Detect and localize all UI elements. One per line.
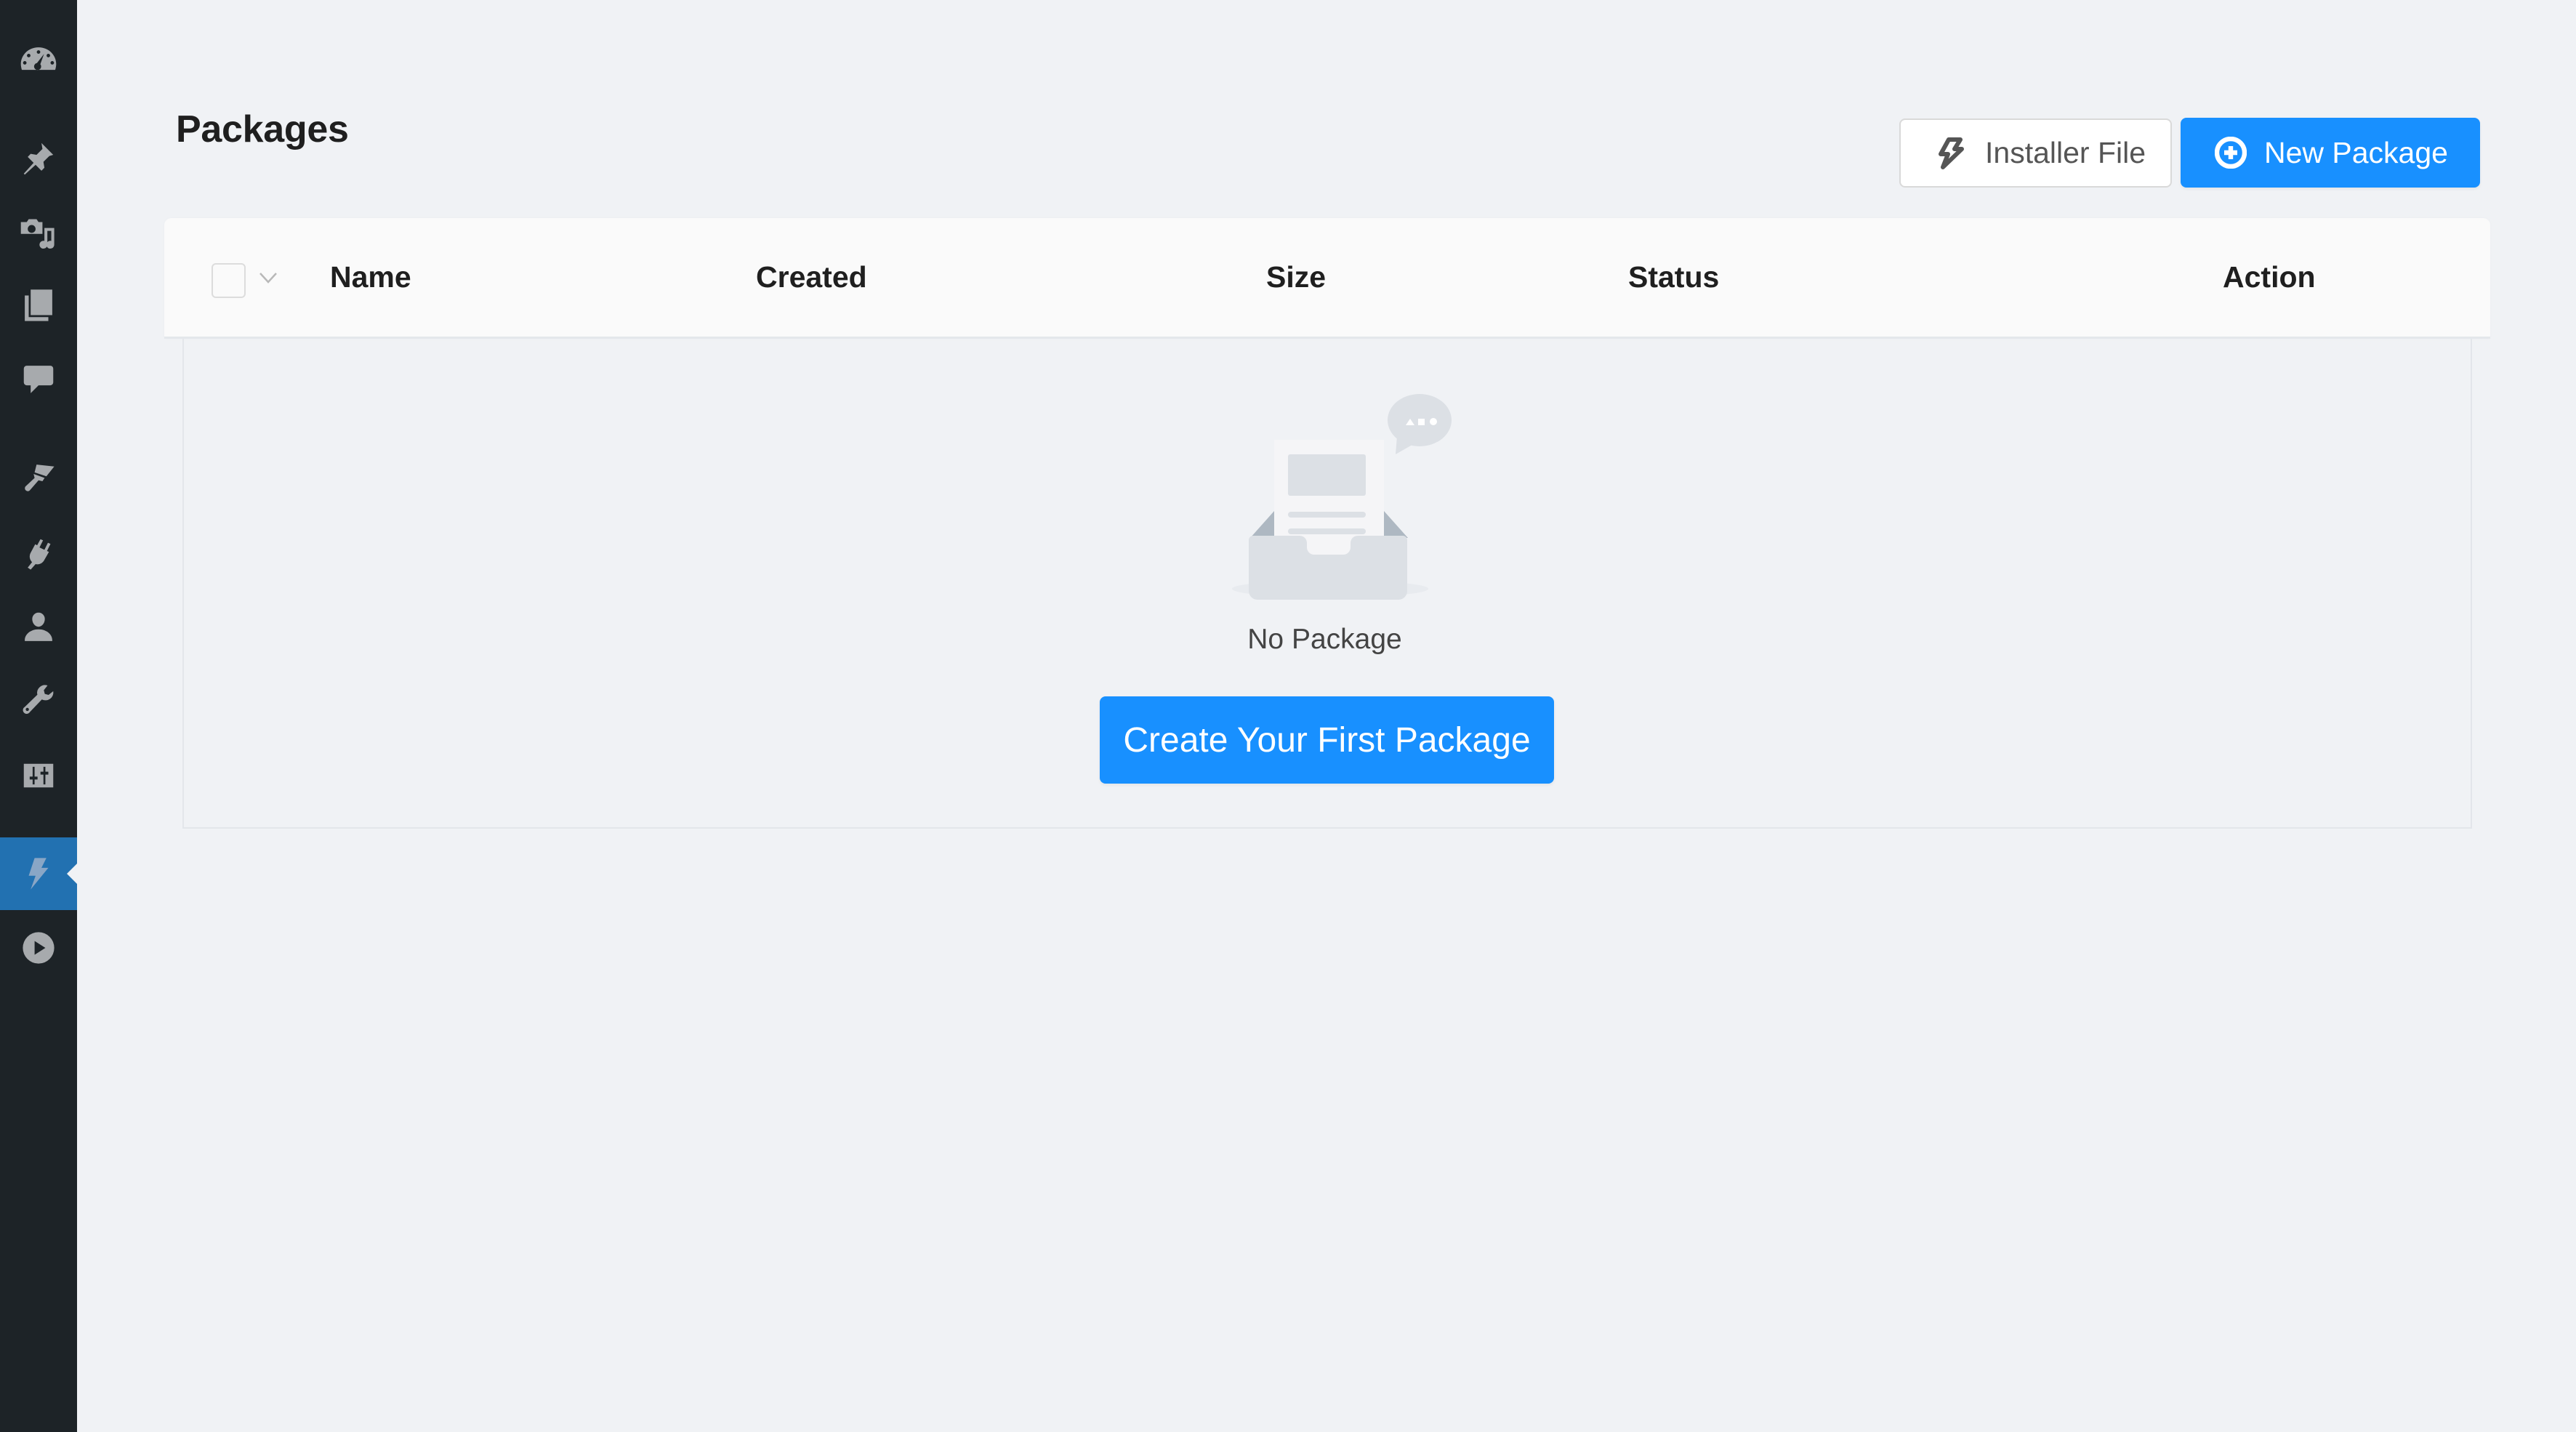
sidebar-item-settings[interactable] [0,739,77,812]
new-package-button[interactable]: New Package [2181,118,2480,188]
create-first-package-button[interactable]: Create Your First Package [1100,696,1554,784]
sidebar-item-comments[interactable] [0,343,77,416]
column-header-created[interactable]: Created [756,218,867,337]
empty-state-message: No Package [0,624,2576,656]
sidebar-item-pages[interactable] [0,269,77,342]
column-header-name[interactable]: Name [330,218,411,337]
pages-icon [25,289,52,321]
comment-icon [23,366,54,393]
sidebar-item-tools[interactable] [0,664,77,736]
admin-sidebar [0,0,77,1432]
column-header-size[interactable]: Size [1266,218,1326,337]
empty-inbox-icon [1232,394,1452,600]
new-package-label: New Package [2264,135,2448,169]
sidebar-item-appearance[interactable] [0,442,77,515]
plugin-icon [28,539,51,570]
column-header-action: Action [2223,260,2316,294]
sidebar-item-plugins[interactable] [0,518,77,590]
pushpin-icon [23,142,54,175]
play-icon [23,932,55,964]
sidebar-item-duplicator[interactable] [0,837,77,910]
paintbrush-icon [25,464,55,491]
chevron-down-icon [259,273,277,283]
settings-sliders-icon [23,763,54,788]
sidebar-item-dashboard[interactable] [0,25,77,97]
column-header-status[interactable]: Status [1628,218,1719,337]
packages-table-header: Name Created Size Status Action [164,218,2490,339]
page-title: Packages [176,108,349,150]
select-all-checkbox[interactable] [212,263,246,298]
lightning-icon [28,858,49,890]
installer-file-button[interactable]: Installer File [1899,118,2172,188]
wrench-icon [23,685,54,715]
sidebar-item-media-player[interactable] [0,912,77,984]
bulk-select-dropdown[interactable] [257,269,279,286]
sidebar-item-media[interactable] [0,196,77,268]
dashboard-icon [20,47,57,71]
lightning-outline-icon [1939,137,1964,169]
active-indicator-arrow [67,864,77,884]
empty-state-message-text: No Package [1247,624,1402,655]
plus-circle-icon [2215,137,2247,169]
sidebar-item-posts[interactable] [0,121,77,194]
installer-file-label: Installer File [1985,136,2146,169]
media-icon [20,219,55,249]
